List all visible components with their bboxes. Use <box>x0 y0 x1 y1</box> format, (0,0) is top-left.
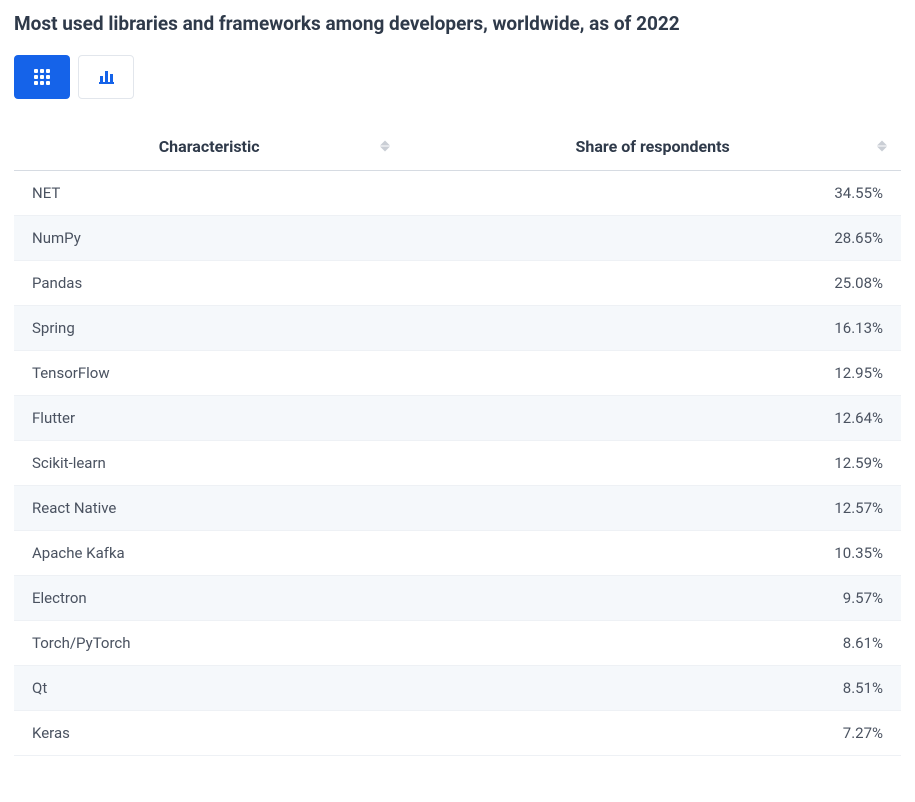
table-row: Pandas25.08% <box>14 260 901 305</box>
table-row: Spring16.13% <box>14 305 901 350</box>
sort-icon <box>877 141 887 152</box>
cell-share: 12.59% <box>404 440 901 485</box>
page-title: Most used libraries and frameworks among… <box>14 12 901 37</box>
table-row: Apache Kafka10.35% <box>14 530 901 575</box>
tab-chart-view[interactable] <box>78 55 134 99</box>
cell-characteristic: Pandas <box>14 260 404 305</box>
table-row: TensorFlow12.95% <box>14 350 901 395</box>
data-table: Characteristic Share of respondents NET3… <box>14 123 901 756</box>
cell-share: 8.61% <box>404 620 901 665</box>
table-row: Scikit-learn12.59% <box>14 440 901 485</box>
bar-chart-icon <box>99 70 114 84</box>
table-row: Keras7.27% <box>14 710 901 755</box>
cell-characteristic: Spring <box>14 305 404 350</box>
cell-characteristic: Qt <box>14 665 404 710</box>
cell-share: 12.64% <box>404 395 901 440</box>
cell-share: 16.13% <box>404 305 901 350</box>
cell-characteristic: Keras <box>14 710 404 755</box>
cell-share: 12.57% <box>404 485 901 530</box>
table-row: NET34.55% <box>14 170 901 215</box>
table-row: NumPy28.65% <box>14 215 901 260</box>
cell-share: 7.27% <box>404 710 901 755</box>
cell-share: 12.95% <box>404 350 901 395</box>
col-header-characteristic[interactable]: Characteristic <box>14 123 404 171</box>
cell-share: 10.35% <box>404 530 901 575</box>
col-header-label: Share of respondents <box>576 137 730 156</box>
table-row: Torch/PyTorch8.61% <box>14 620 901 665</box>
cell-characteristic: Scikit-learn <box>14 440 404 485</box>
sort-icon <box>380 141 390 152</box>
cell-share: 34.55% <box>404 170 901 215</box>
table-row: React Native12.57% <box>14 485 901 530</box>
cell-characteristic: Electron <box>14 575 404 620</box>
cell-characteristic: NET <box>14 170 404 215</box>
table-row: Qt8.51% <box>14 665 901 710</box>
grid-icon <box>34 69 50 85</box>
cell-share: 28.65% <box>404 215 901 260</box>
cell-share: 8.51% <box>404 665 901 710</box>
cell-share: 25.08% <box>404 260 901 305</box>
cell-characteristic: TensorFlow <box>14 350 404 395</box>
col-header-share[interactable]: Share of respondents <box>404 123 901 171</box>
cell-characteristic: Flutter <box>14 395 404 440</box>
tab-table-view[interactable] <box>14 55 70 99</box>
table-row: Electron9.57% <box>14 575 901 620</box>
table-row: Flutter12.64% <box>14 395 901 440</box>
cell-characteristic: Apache Kafka <box>14 530 404 575</box>
cell-characteristic: NumPy <box>14 215 404 260</box>
cell-characteristic: Torch/PyTorch <box>14 620 404 665</box>
view-tabbar <box>14 55 901 99</box>
col-header-label: Characteristic <box>159 137 260 156</box>
cell-share: 9.57% <box>404 575 901 620</box>
cell-characteristic: React Native <box>14 485 404 530</box>
